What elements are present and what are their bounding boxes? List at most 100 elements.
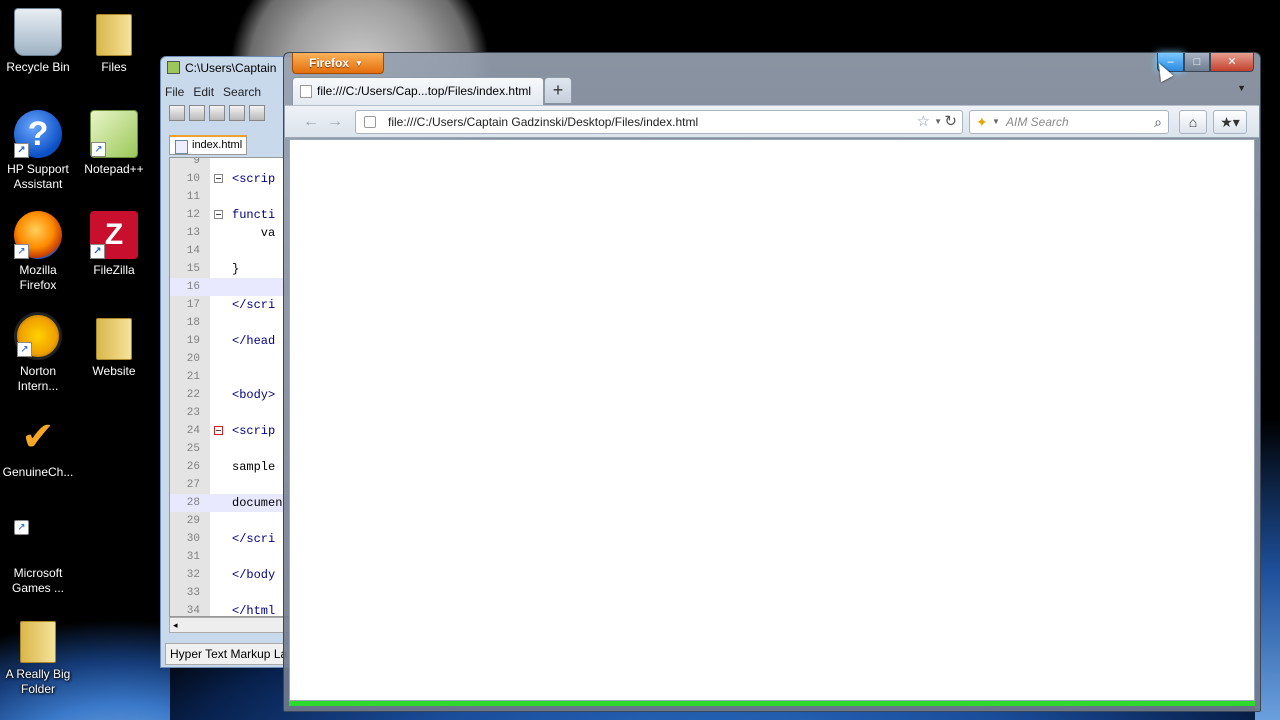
code-line: 13 va [170,224,294,242]
line-number: 26 [186,461,200,473]
code-line: 12 functi [170,206,294,224]
firefox-menu-button[interactable]: Firefox ▼ [292,53,384,74]
desktop-icon-norton[interactable]: Norton Intern... [0,312,76,394]
line-number: 23 [186,407,200,419]
page-icon [300,85,312,98]
new-tab-button[interactable]: + [544,77,572,103]
folder-icon [14,615,62,663]
tab-index-html[interactable]: index.html [169,135,247,155]
list-all-tabs-icon[interactable]: ▼ [1237,83,1246,93]
firefox-menu-label: Firefox [309,56,350,70]
code-line: 34 </html [170,602,294,617]
desktop-icon-firefox[interactable]: Mozilla Firefox [0,211,76,293]
code-line: 18 [170,314,294,332]
code-line: 19 </head [170,332,294,350]
code-text: functi [232,208,276,222]
code-line: 24 <scrip [170,422,294,440]
desktop-icon-label: Recycle Bin [6,60,70,74]
new-file-icon[interactable] [169,105,185,121]
code-text: va [232,226,276,240]
maximize-button[interactable]: □ [1184,53,1210,72]
line-number: 11 [186,191,200,203]
code-line: 26 sample [170,458,294,476]
save-all-icon[interactable] [229,105,245,121]
back-arrow-icon[interactable]: ← [299,112,323,132]
save-icon[interactable] [209,105,225,121]
window-controls: – □ ✕ [1157,53,1254,73]
desktop-icon-label: Norton Intern... [17,364,59,393]
folder-icon [90,8,138,56]
norton-icon [14,312,62,360]
tab-title: file:///C:/Users/Cap...top/Files/index.h… [317,84,532,98]
desktop-icon-big-folder[interactable]: A Really Big Folder [0,615,76,697]
line-number: 27 [186,479,200,491]
code-line: 20 [170,350,294,368]
horizontal-scrollbar[interactable]: ◂ [169,617,295,633]
code-text: <scrip [232,424,276,438]
bookmark-star-icon[interactable]: ☆ [917,111,930,133]
bookmarks-icon[interactable]: ★▾ [1213,110,1247,134]
search-icon[interactable]: ⌕ [1154,111,1162,133]
line-number: 17 [186,299,200,311]
folder-icon [14,514,62,562]
fold-toggle-icon[interactable] [214,174,223,183]
notepad-title: C:\Users\Captain [185,61,277,75]
notepad-title-bar[interactable]: C:\Users\Captain [161,57,299,81]
line-number: 21 [186,371,200,383]
page-content[interactable] [289,139,1255,701]
search-engine-icon[interactable]: ✦ [976,111,988,133]
desktop-icon-website[interactable]: Website [76,312,152,379]
line-number: 18 [186,317,200,329]
search-engine-dropdown-icon[interactable]: ▼ [992,111,1000,133]
reload-icon[interactable]: ↻ [944,111,957,133]
code-text: </body [232,568,276,582]
history-dropdown-icon[interactable]: ▼ [934,111,942,133]
desktop-icon-hp-support[interactable]: ? HP Support Assistant [0,110,76,192]
code-text: <body> [232,388,276,402]
menu-search[interactable]: Search [223,85,261,99]
close-button[interactable]: ✕ [1210,53,1254,72]
forward-arrow-icon[interactable]: → [323,112,347,132]
desktop-icon-files[interactable]: Files [76,8,152,75]
code-text: </scri [232,532,276,546]
desktop-icon-label: Microsoft Games ... [11,566,64,595]
code-text: </scri [232,298,276,312]
code-line: 29 [170,512,294,530]
line-number: 29 [186,515,200,527]
desktop-icon-label: A Really Big Folder [5,667,71,696]
fold-toggle-icon[interactable] [214,210,223,219]
firefox-window[interactable]: Firefox ▼ – □ ✕ ▼ file:///C:/Users/Cap...to… [283,52,1261,712]
code-text: </head [232,334,276,348]
desktop-icon-microsoft-games[interactable]: Microsoft Games ... [0,514,76,596]
desktop-icon-filezilla[interactable]: Z FileZilla [76,211,152,278]
fold-toggle-icon[interactable] [214,426,223,435]
desktop-icon-label: Files [101,60,127,74]
line-number: 34 [186,605,200,617]
line-number: 14 [186,245,200,257]
code-line: 10 <scrip [170,170,294,188]
home-icon[interactable]: ⌂ [1179,110,1207,134]
notepad-window[interactable]: C:\Users\Captain File Edit Search index.ht… [160,56,300,668]
line-number: 20 [186,353,200,365]
menu-edit[interactable]: Edit [193,85,214,99]
site-identity-icon[interactable] [364,116,376,128]
notepad-status-bar: Hyper Text Markup La [165,643,299,665]
desktop-icon-recycle-bin[interactable]: Recycle Bin [0,8,76,75]
code-editor[interactable]: 9 10 <scrip 11 12 functi 13 va 14 15} 16 17 </scri 1… [169,157,295,617]
code-line: 22 <body> [170,386,294,404]
recycle-bin-icon [14,8,62,56]
line-number: 28 [186,497,200,509]
close-file-icon[interactable] [249,105,265,121]
menu-file[interactable]: File [165,85,184,99]
code-line: 25 [170,440,294,458]
browser-tab[interactable]: file:///C:/Users/Cap...top/Files/index.h… [292,77,544,105]
address-bar[interactable]: file:///C:/Users/Captain Gadzinski/Deskt… [355,110,963,134]
line-number: 22 [186,389,200,401]
desktop-icon-notepad-plus-plus[interactable]: Notepad++ [76,110,152,177]
desktop-icon-genuine-check[interactable]: ✔ GenuineCh... [0,413,76,480]
desktop-icon-label: HP Support Assistant [7,162,69,191]
search-input[interactable]: ✦ ▼ AIM Search ⌕ [969,110,1169,134]
code-text: documen [232,496,283,510]
notepad-app-icon [167,61,180,74]
open-file-icon[interactable] [189,105,205,121]
